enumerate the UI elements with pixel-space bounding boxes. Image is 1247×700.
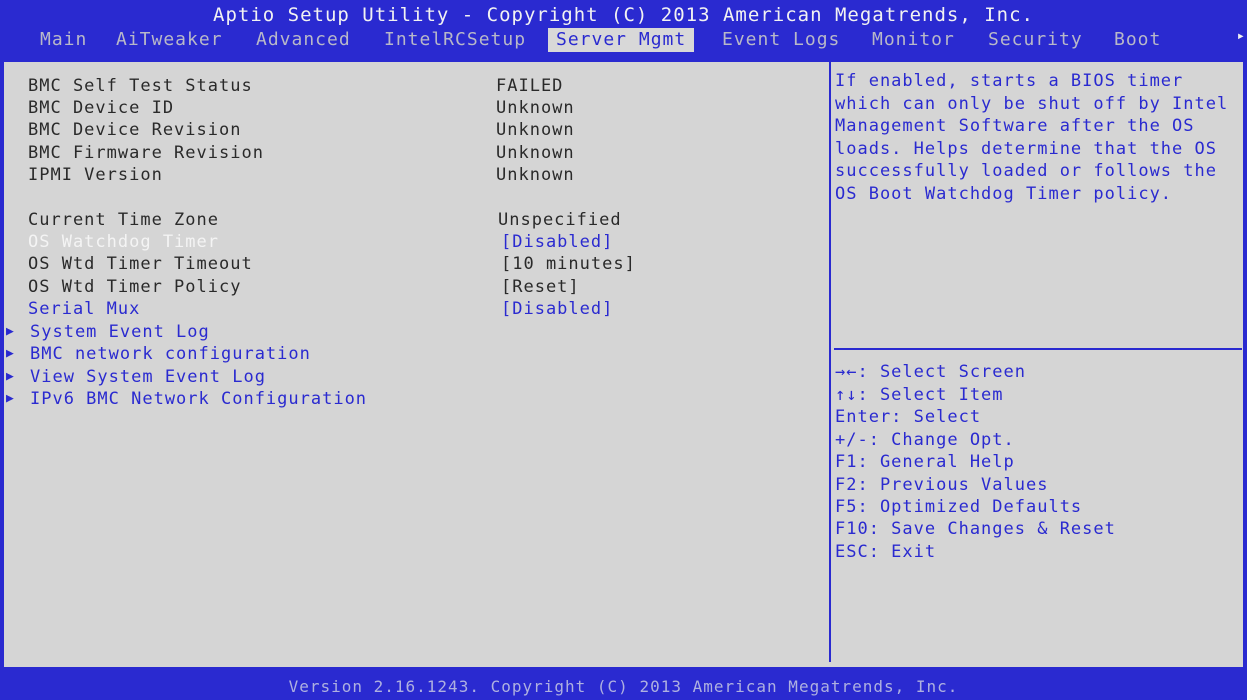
tab-event-logs[interactable]: Event Logs (714, 28, 848, 52)
info-row-ipmi-version: IPMI Version Unknown (4, 165, 824, 187)
setting-value[interactable]: [10 minutes] (501, 254, 636, 274)
info-row-bmc-device-id: BMC Device ID Unknown (4, 98, 824, 120)
triangle-right-icon: ▶ (6, 346, 15, 361)
info-label: BMC Device Revision (28, 120, 242, 140)
info-label: BMC Firmware Revision (28, 143, 264, 163)
setting-os-wtd-timer-policy[interactable]: OS Wtd Timer Policy [Reset] (4, 277, 824, 299)
bios-screen: Aptio Setup Utility - Copyright (C) 2013… (0, 0, 1247, 700)
info-row-bmc-self-test: BMC Self Test Status FAILED (4, 76, 824, 98)
setting-label: Serial Mux (28, 299, 141, 319)
submenu-label: IPv6 BMC Network Configuration (30, 389, 368, 409)
triangle-right-icon: ▶ (6, 324, 15, 339)
setting-value[interactable]: [Disabled] (501, 299, 613, 319)
tab-security[interactable]: Security (980, 28, 1091, 52)
submenu-view-system-event-log[interactable]: ▶ View System Event Log (4, 367, 824, 389)
submenu-ipv6-bmc-network-configuration[interactable]: ▶ IPv6 BMC Network Configuration (4, 389, 824, 411)
setting-os-watchdog-timer[interactable]: OS Watchdog Timer [Disabled] (4, 232, 824, 254)
submenu-label: BMC network configuration (30, 344, 311, 364)
info-label: BMC Self Test Status (28, 76, 253, 96)
app-title: Aptio Setup Utility - Copyright (C) 2013… (213, 4, 1034, 26)
setting-label: OS Watchdog Timer (28, 232, 219, 252)
tab-server-mgmt[interactable]: Server Mgmt (548, 28, 695, 52)
info-row-bmc-firmware-revision: BMC Firmware Revision Unknown (4, 143, 824, 165)
version-footer: Version 2.16.1243. Copyright (C) 2013 Am… (288, 677, 959, 696)
info-row-bmc-device-revision: BMC Device Revision Unknown (4, 120, 824, 142)
key-save-changes-reset: F10: Save Changes & Reset (835, 519, 1116, 539)
help-description: If enabled, starts a BIOS timer which ca… (835, 71, 1229, 204)
key-select-screen: →←: Select Screen (835, 362, 1026, 382)
setting-serial-mux[interactable]: Serial Mux [Disabled] (4, 299, 824, 321)
tab-boot[interactable]: Boot (1106, 28, 1169, 52)
setting-value[interactable]: [Disabled] (501, 232, 613, 252)
setting-label: OS Wtd Timer Timeout (28, 254, 253, 274)
submenu-label: View System Event Log (30, 367, 266, 387)
setting-value[interactable]: [Reset] (501, 277, 580, 297)
triangle-right-icon: ▶ (6, 369, 15, 384)
submenu-bmc-network-configuration[interactable]: ▶ BMC network configuration (4, 344, 824, 366)
setting-label: OS Wtd Timer Policy (28, 277, 242, 297)
setting-label: Current Time Zone (28, 210, 219, 230)
info-value: Unknown (496, 120, 575, 140)
key-select-item: ↑↓: Select Item (835, 385, 1004, 405)
info-value: Unknown (496, 165, 575, 185)
tab-intelrcsetup[interactable]: IntelRCSetup (376, 28, 534, 52)
tab-aitweaker[interactable]: AiTweaker (108, 28, 231, 52)
triangle-right-icon: ▶ (6, 391, 15, 406)
info-value: Unknown (496, 98, 575, 118)
submenu-label: System Event Log (30, 322, 210, 342)
key-exit: ESC: Exit (835, 542, 937, 562)
info-label: BMC Device ID (28, 98, 175, 118)
info-label: IPMI Version (28, 165, 163, 185)
setting-os-wtd-timer-timeout[interactable]: OS Wtd Timer Timeout [10 minutes] (4, 254, 824, 276)
setting-value: Unspecified (498, 210, 622, 230)
key-enter-select: Enter: Select (835, 407, 982, 427)
tab-bar: Main AiTweaker Advanced IntelRCSetup Ser… (0, 28, 1247, 52)
main-panel: BMC Self Test Status FAILED BMC Device I… (4, 62, 1243, 667)
tab-monitor[interactable]: Monitor (864, 28, 963, 52)
key-optimized-defaults: F5: Optimized Defaults (835, 497, 1083, 517)
key-change-opt: +/-: Change Opt. (835, 430, 1015, 450)
help-separator (834, 348, 1242, 350)
panel-divider (829, 62, 831, 662)
tab-advanced[interactable]: Advanced (248, 28, 359, 52)
key-general-help: F1: General Help (835, 452, 1015, 472)
info-value: Unknown (496, 143, 575, 163)
setting-current-time-zone: Current Time Zone Unspecified (4, 210, 824, 232)
info-value: FAILED (496, 76, 564, 96)
submenu-system-event-log[interactable]: ▶ System Event Log (4, 322, 824, 344)
key-previous-values: F2: Previous Values (835, 475, 1049, 495)
scroll-right-icon: ▸ (1236, 28, 1245, 44)
tab-main[interactable]: Main (32, 28, 95, 52)
